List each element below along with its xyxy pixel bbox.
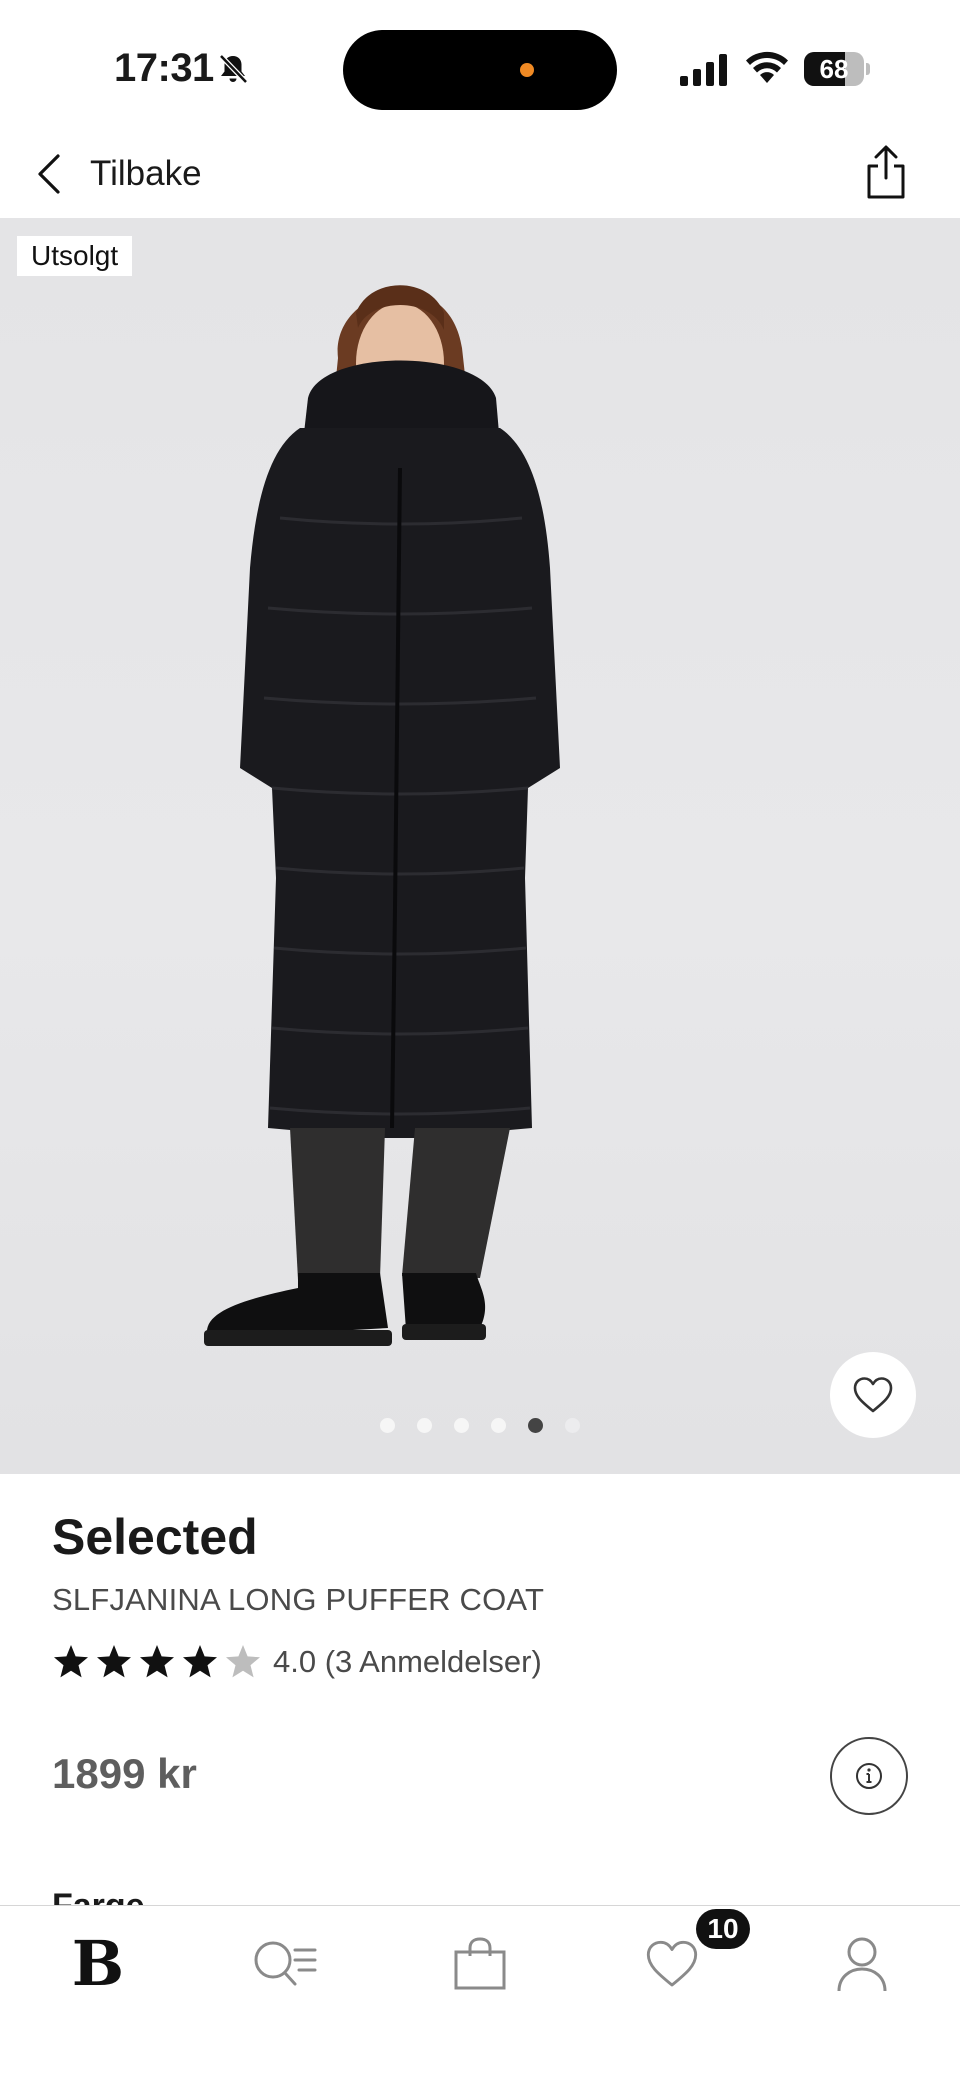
shopping-bag-icon bbox=[454, 1937, 506, 1990]
product-brand[interactable]: Selected bbox=[52, 1508, 258, 1566]
carousel-dot[interactable] bbox=[380, 1418, 395, 1433]
rating-text: 4.0 (3 Anmeldelser) bbox=[273, 1644, 542, 1679]
carousel-dot[interactable] bbox=[454, 1418, 469, 1433]
rating-stars bbox=[52, 1643, 267, 1681]
product-image-carousel[interactable]: Utsolgt bbox=[0, 218, 960, 1474]
favorite-button[interactable] bbox=[830, 1352, 916, 1438]
favorites-count-badge: 10 bbox=[696, 1909, 750, 1949]
carousel-dots bbox=[380, 1418, 580, 1433]
status-time: 17:31 bbox=[114, 46, 214, 90]
wifi-icon bbox=[746, 51, 788, 83]
brand-logo-icon: B bbox=[71, 1927, 125, 2000]
rating-row[interactable]: 4.0 (3 Anmeldelser) bbox=[52, 1640, 542, 1684]
tab-bag[interactable] bbox=[440, 1924, 520, 2004]
product-price: 1899 kr bbox=[52, 1750, 197, 1797]
back-button[interactable]: Tilbake bbox=[34, 144, 202, 204]
share-icon[interactable] bbox=[864, 144, 908, 200]
carousel-dot[interactable] bbox=[565, 1418, 580, 1433]
bottom-tab-bar: B bbox=[0, 1905, 960, 2086]
star-filled-icon bbox=[54, 1645, 88, 1678]
tab-search[interactable] bbox=[246, 1924, 326, 2004]
carousel-dot[interactable] bbox=[417, 1418, 432, 1433]
dynamic-island bbox=[343, 30, 617, 110]
battery-level: 68 bbox=[819, 54, 849, 84]
privacy-indicator-dot bbox=[520, 63, 534, 77]
product-photo bbox=[204, 285, 560, 1346]
info-icon bbox=[856, 1763, 882, 1789]
signal-icon bbox=[680, 54, 727, 86]
chevron-left-icon bbox=[38, 154, 60, 194]
person-icon bbox=[837, 1937, 887, 1992]
star-empty-icon bbox=[226, 1645, 260, 1678]
carousel-dot[interactable] bbox=[528, 1418, 543, 1433]
product-name: SLFJANINA LONG PUFFER COAT bbox=[52, 1582, 545, 1617]
heart-icon bbox=[646, 1940, 698, 1987]
search-list-icon bbox=[254, 1941, 317, 1986]
heart-icon bbox=[853, 1377, 893, 1413]
tab-home[interactable]: B bbox=[58, 1924, 138, 2004]
star-filled-icon bbox=[183, 1645, 217, 1678]
bell-muted-icon bbox=[219, 54, 248, 84]
tab-account[interactable] bbox=[822, 1924, 902, 2004]
status-bar: 17:31 68 bbox=[0, 0, 960, 130]
nav-header: Tilbake bbox=[0, 130, 960, 218]
carousel-dot[interactable] bbox=[491, 1418, 506, 1433]
star-filled-icon bbox=[140, 1645, 174, 1678]
back-label: Tilbake bbox=[90, 154, 202, 193]
battery-icon: 68 bbox=[804, 52, 870, 86]
sold-out-badge: Utsolgt bbox=[17, 236, 133, 276]
star-filled-icon bbox=[97, 1645, 131, 1678]
price-info-button[interactable] bbox=[830, 1737, 908, 1815]
